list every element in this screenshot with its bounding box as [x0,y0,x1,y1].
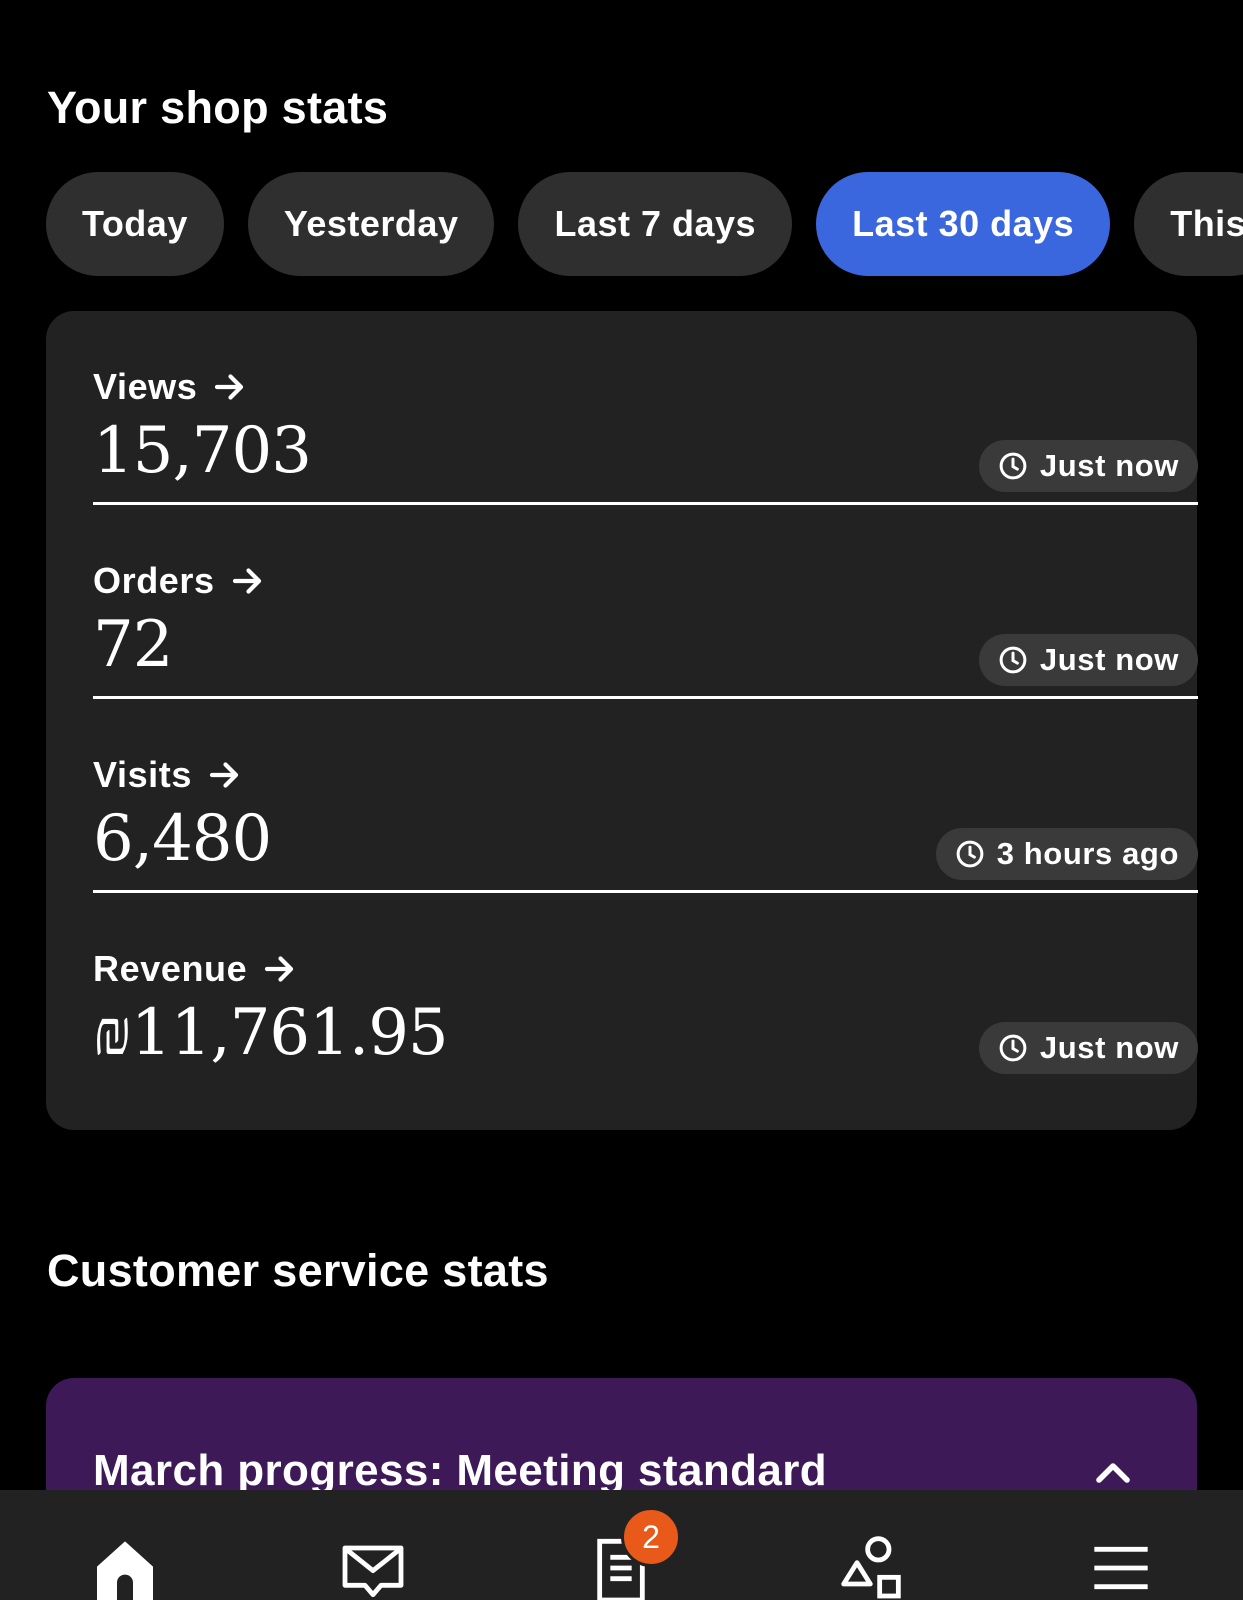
stat-row-orders[interactable]: Orders 72 Just now [93,505,1198,699]
arrow-right-icon [232,568,261,594]
stat-label: Views [93,366,247,408]
stat-value: 15,703 [93,414,312,488]
updated-badge: Just now [978,440,1198,492]
updated-badge: 3 hours ago [935,828,1198,880]
updated-badge: Just now [978,1022,1198,1074]
customer-service-title: Customer service stats [47,1245,549,1296]
clock-icon [999,646,1027,674]
updated-text: Just now [1039,642,1179,677]
nav-listings[interactable] [838,1536,908,1600]
stat-label: Orders [93,560,265,602]
updated-text: 3 hours ago [996,836,1179,871]
stat-row-revenue[interactable]: Revenue ₪11,761.95 Just now [93,893,1198,1087]
stat-row-visits[interactable]: Visits 6,480 3 hours ago [93,699,1198,893]
updated-text: Just now [1039,448,1179,483]
stat-label: Visits [93,754,242,796]
home-icon [97,1541,153,1600]
stat-label-text: Visits [93,754,192,795]
stat-label-text: Revenue [93,948,248,989]
arrow-right-icon [265,956,294,982]
stat-label: Revenue [93,948,297,990]
filter-this[interactable]: This [1134,172,1243,276]
clock-icon [956,840,984,868]
updated-badge: Just now [978,634,1198,686]
orders-count-badge: 2 [621,1507,681,1567]
nav-home[interactable] [90,1536,160,1600]
shop-stats-title: Your shop stats [47,82,389,133]
stat-label-text: Orders [93,560,215,601]
arrow-right-icon [209,762,239,788]
stat-value: ₪11,761.95 [93,996,449,1070]
stat-row-views[interactable]: Views 15,703 Just now [93,311,1198,505]
clock-icon [999,1034,1027,1062]
stat-value: 72 [93,608,173,682]
clock-icon [999,452,1027,480]
filter-last-7-days[interactable]: Last 7 days [518,172,793,276]
nav-messages[interactable] [338,1536,408,1600]
stat-label-text: Views [93,366,198,407]
listings-icon [841,1536,901,1599]
date-range-filters: Today Yesterday Last 7 days Last 30 days… [46,172,1243,276]
filter-today[interactable]: Today [46,172,224,276]
nav-menu[interactable] [1086,1536,1156,1600]
shop-stats-card: Views 15,703 Just now Orders 72 Just now [46,311,1198,1130]
menu-icon [1094,1546,1148,1590]
progress-title: March progress: Meeting standard [93,1446,828,1495]
updated-text: Just now [1039,1030,1179,1065]
stat-value: 6,480 [93,802,272,876]
messages-icon [342,1545,404,1598]
screen: Your shop stats Today Yesterday Last 7 d… [0,0,1243,1600]
arrow-right-icon [215,374,244,400]
filter-last-30-days[interactable]: Last 30 days [816,172,1111,276]
filter-yesterday[interactable]: Yesterday [247,172,495,276]
